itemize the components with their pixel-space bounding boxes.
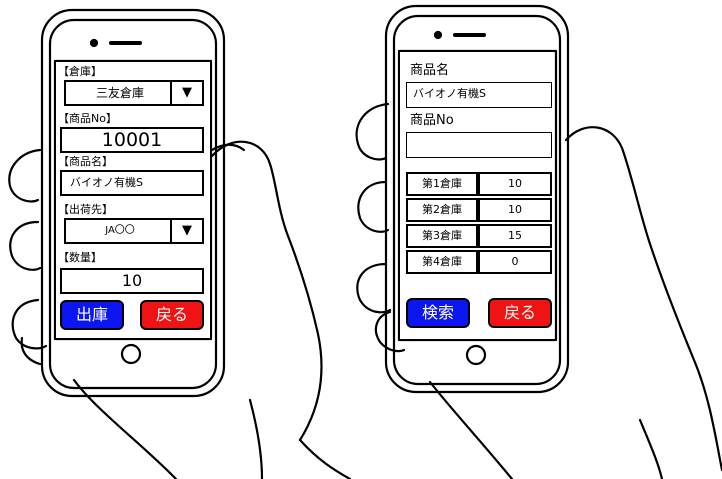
product-name-value: バイオノ有機S <box>413 87 486 100</box>
warehouse-label: 【倉庫】 <box>58 65 102 78</box>
back-button-label: 戻る <box>503 303 536 322</box>
table-row-1-warehouse: 第1倉庫 <box>406 172 478 196</box>
destination-select[interactable]: JA〇〇 ▼ <box>64 218 204 244</box>
table-row-2-qty: 10 <box>478 198 552 222</box>
back-button[interactable]: 戻る <box>488 298 552 328</box>
quantity-field[interactable]: 10 <box>60 268 204 294</box>
product-no-label: 【商品No】 <box>58 112 117 125</box>
warehouse-select-value: 三友倉庫 <box>95 86 144 100</box>
warehouse-select[interactable]: 三友倉庫 ▼ <box>64 80 204 106</box>
quantity-label: 【数量】 <box>58 251 102 264</box>
table-row-2-warehouse: 第2倉庫 <box>406 198 478 222</box>
product-no-field[interactable]: 10001 <box>60 127 204 153</box>
quantity-value: 10 <box>121 271 143 290</box>
product-no-label: 商品No <box>410 113 454 128</box>
product-name-label: 商品名 <box>410 63 450 78</box>
stock-table: 第1倉庫 10 第2倉庫 10 第3倉庫 15 第4倉庫 0 <box>406 172 554 282</box>
back-button-label: 戻る <box>155 305 188 324</box>
table-row-4-warehouse: 第4倉庫 <box>406 250 478 274</box>
search-button[interactable]: 検索 <box>406 298 470 328</box>
destination-select-value: JA〇〇 <box>105 225 135 236</box>
shipping-screen: 【倉庫】 三友倉庫 ▼ 【商品No】 10001 【商品名】 バイオノ有機S 【… <box>56 62 210 338</box>
table-row-3-qty: 15 <box>478 224 552 248</box>
back-button[interactable]: 戻る <box>140 300 204 330</box>
product-no-field[interactable] <box>406 132 552 158</box>
table-row-4-qty: 0 <box>478 250 552 274</box>
product-name-label: 【商品名】 <box>58 155 113 168</box>
ship-button-label: 出庫 <box>75 305 108 324</box>
table-row-3-warehouse: 第3倉庫 <box>406 224 478 248</box>
search-button-label: 検索 <box>421 303 454 322</box>
product-name-field[interactable]: バイオノ有機S <box>406 82 552 108</box>
table-row-1-qty: 10 <box>478 172 552 196</box>
destination-label: 【出荷先】 <box>58 203 113 216</box>
stock-search-screen: 商品名 バイオノ有機S 商品No 第1倉庫 10 第2倉庫 10 第3倉庫 15… <box>400 52 554 339</box>
ship-button[interactable]: 出庫 <box>60 300 124 330</box>
product-name-value: バイオノ有機S <box>70 176 143 189</box>
chevron-down-icon[interactable]: ▼ <box>170 82 202 104</box>
chevron-down-icon[interactable]: ▼ <box>170 220 202 242</box>
product-no-value: 10001 <box>101 129 163 151</box>
product-name-field[interactable]: バイオノ有機S <box>60 170 204 196</box>
